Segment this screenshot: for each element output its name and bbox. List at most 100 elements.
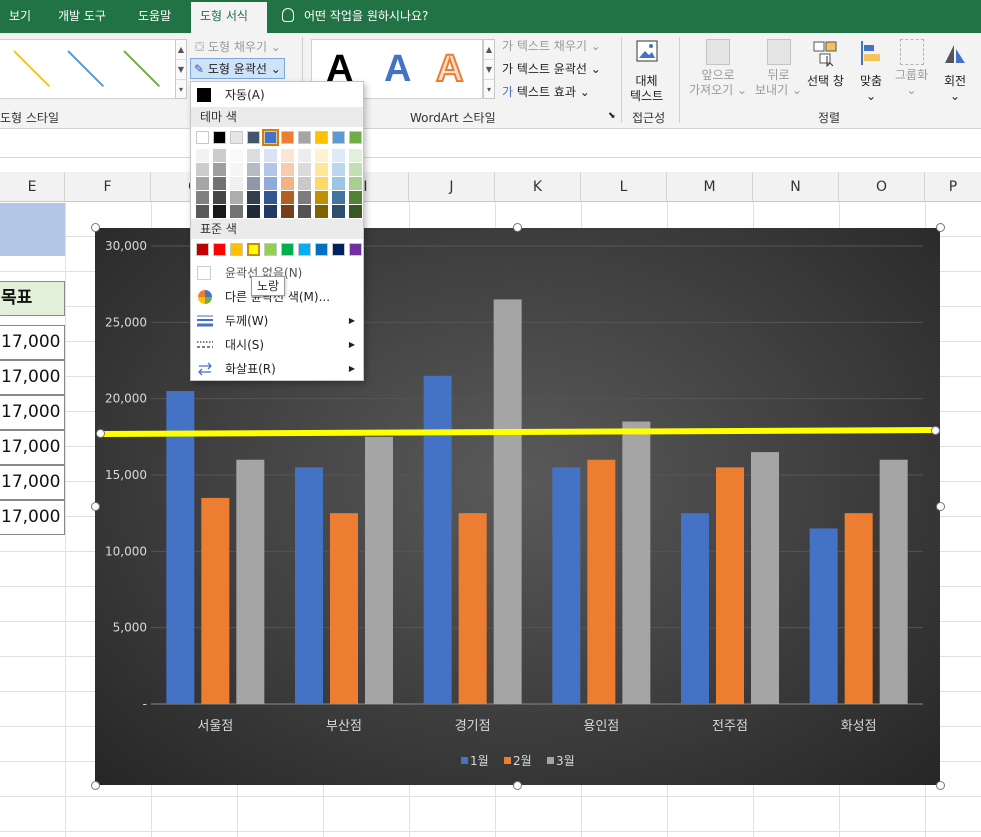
theme-shade-swatch[interactable] <box>247 177 260 190</box>
theme-shade-swatch[interactable] <box>315 177 328 190</box>
theme-color-swatch[interactable] <box>247 131 260 144</box>
theme-shade-swatch[interactable] <box>281 149 294 162</box>
theme-shade-swatch[interactable] <box>349 177 362 190</box>
black-swatch-icon <box>197 88 211 102</box>
arrow-style-icon <box>198 362 212 376</box>
theme-shade-swatch[interactable] <box>349 191 362 204</box>
standard-color-row <box>196 243 362 256</box>
theme-shade-swatch[interactable] <box>213 163 226 176</box>
standard-colors-heading: 표준 색 <box>191 219 363 239</box>
theme-shade-swatch[interactable] <box>196 191 209 204</box>
menu-item-dashes[interactable]: 대시(S) ▶ <box>191 333 363 357</box>
theme-shade-swatch[interactable] <box>230 177 243 190</box>
theme-shade-swatch[interactable] <box>213 149 226 162</box>
theme-shade-swatch[interactable] <box>196 163 209 176</box>
theme-color-row <box>196 129 362 146</box>
theme-shade-swatch[interactable] <box>315 191 328 204</box>
theme-color-swatch[interactable] <box>213 131 226 144</box>
theme-shade-swatch[interactable] <box>247 191 260 204</box>
theme-shade-swatch[interactable] <box>281 191 294 204</box>
dash-style-icon <box>197 341 213 348</box>
theme-shade-swatch[interactable] <box>298 149 311 162</box>
theme-shade-swatch[interactable] <box>332 191 345 204</box>
theme-shade-swatch[interactable] <box>213 191 226 204</box>
theme-shade-swatch[interactable] <box>315 163 328 176</box>
theme-shade-swatch[interactable] <box>332 163 345 176</box>
theme-color-swatch[interactable] <box>349 131 362 144</box>
theme-shade-swatch[interactable] <box>247 149 260 162</box>
color-tooltip: 노랑 <box>251 276 286 296</box>
line-endpoint-handle[interactable] <box>931 426 940 435</box>
theme-shade-swatch[interactable] <box>298 205 311 218</box>
standard-color-swatch[interactable] <box>332 243 345 256</box>
theme-shade-swatch[interactable] <box>315 149 328 162</box>
theme-shade-swatch[interactable] <box>315 205 328 218</box>
menu-item-weight[interactable]: 두께(W) ▶ <box>191 309 363 333</box>
theme-shade-swatch[interactable] <box>230 191 243 204</box>
theme-shade-swatch[interactable] <box>196 205 209 218</box>
line-weight-icon <box>197 315 213 327</box>
standard-color-swatch[interactable] <box>349 243 362 256</box>
standard-color-swatch[interactable] <box>230 243 243 256</box>
theme-shade-swatch[interactable] <box>281 177 294 190</box>
theme-shade-swatch[interactable] <box>264 205 277 218</box>
theme-shade-swatch[interactable] <box>264 163 277 176</box>
theme-shade-swatch[interactable] <box>298 191 311 204</box>
shape-outline-menu: 자동(A) 테마 색 표준 색 윤곽선 없음(N) 다른 윤곽선 색(M)...… <box>190 81 364 381</box>
theme-shade-swatch[interactable] <box>298 177 311 190</box>
standard-color-swatch[interactable] <box>315 243 328 256</box>
theme-shade-swatch[interactable] <box>264 149 277 162</box>
theme-shade-row <box>196 163 364 176</box>
theme-shade-swatch[interactable] <box>230 149 243 162</box>
theme-color-swatch[interactable] <box>298 131 311 144</box>
theme-color-swatch[interactable] <box>332 131 345 144</box>
theme-color-swatch[interactable] <box>230 131 243 144</box>
standard-color-swatch[interactable] <box>213 243 226 256</box>
menu-item-auto[interactable]: 자동(A) <box>191 83 363 107</box>
submenu-arrow-icon: ▶ <box>348 340 355 349</box>
theme-shade-swatch[interactable] <box>264 191 277 204</box>
theme-shade-swatch[interactable] <box>298 163 311 176</box>
theme-color-swatch[interactable] <box>262 129 279 146</box>
theme-shade-swatch[interactable] <box>247 163 260 176</box>
theme-shade-swatch[interactable] <box>230 163 243 176</box>
target-line-layer <box>100 427 937 437</box>
theme-shade-row <box>196 177 364 190</box>
theme-colors-heading: 테마 색 <box>191 107 363 127</box>
standard-color-swatch[interactable] <box>247 243 260 256</box>
submenu-arrow-icon: ▶ <box>348 364 355 373</box>
theme-color-swatch[interactable] <box>315 131 328 144</box>
theme-shade-swatch[interactable] <box>196 177 209 190</box>
theme-shade-swatch[interactable] <box>264 177 277 190</box>
theme-shade-swatch[interactable] <box>349 205 362 218</box>
theme-shade-row <box>196 191 364 204</box>
line-endpoint-handle[interactable] <box>96 429 105 438</box>
standard-color-swatch[interactable] <box>196 243 209 256</box>
submenu-arrow-icon: ▶ <box>348 316 355 325</box>
theme-shade-swatch[interactable] <box>349 149 362 162</box>
theme-shade-swatch[interactable] <box>332 149 345 162</box>
theme-shade-swatch[interactable] <box>332 205 345 218</box>
theme-shade-swatch[interactable] <box>281 163 294 176</box>
theme-shade-swatch[interactable] <box>332 177 345 190</box>
menu-item-arrows[interactable]: 화살표(R) ▶ <box>191 357 363 381</box>
color-wheel-icon <box>198 290 212 304</box>
empty-swatch-icon <box>197 266 211 280</box>
theme-color-swatch[interactable] <box>281 131 294 144</box>
theme-shade-swatch[interactable] <box>196 149 209 162</box>
theme-color-grid <box>191 127 363 219</box>
theme-shade-swatch[interactable] <box>213 177 226 190</box>
theme-shade-swatch[interactable] <box>213 205 226 218</box>
theme-shade-swatch[interactable] <box>349 163 362 176</box>
target-line-shape[interactable] <box>100 427 937 437</box>
theme-shade-swatch[interactable] <box>281 205 294 218</box>
standard-color-swatch[interactable] <box>281 243 294 256</box>
standard-color-grid <box>191 239 363 261</box>
theme-shade-swatch[interactable] <box>230 205 243 218</box>
theme-shade-swatch[interactable] <box>247 205 260 218</box>
theme-shade-row <box>196 205 364 218</box>
standard-color-swatch[interactable] <box>264 243 277 256</box>
theme-shade-row <box>196 149 364 162</box>
theme-color-swatch[interactable] <box>196 131 209 144</box>
standard-color-swatch[interactable] <box>298 243 311 256</box>
